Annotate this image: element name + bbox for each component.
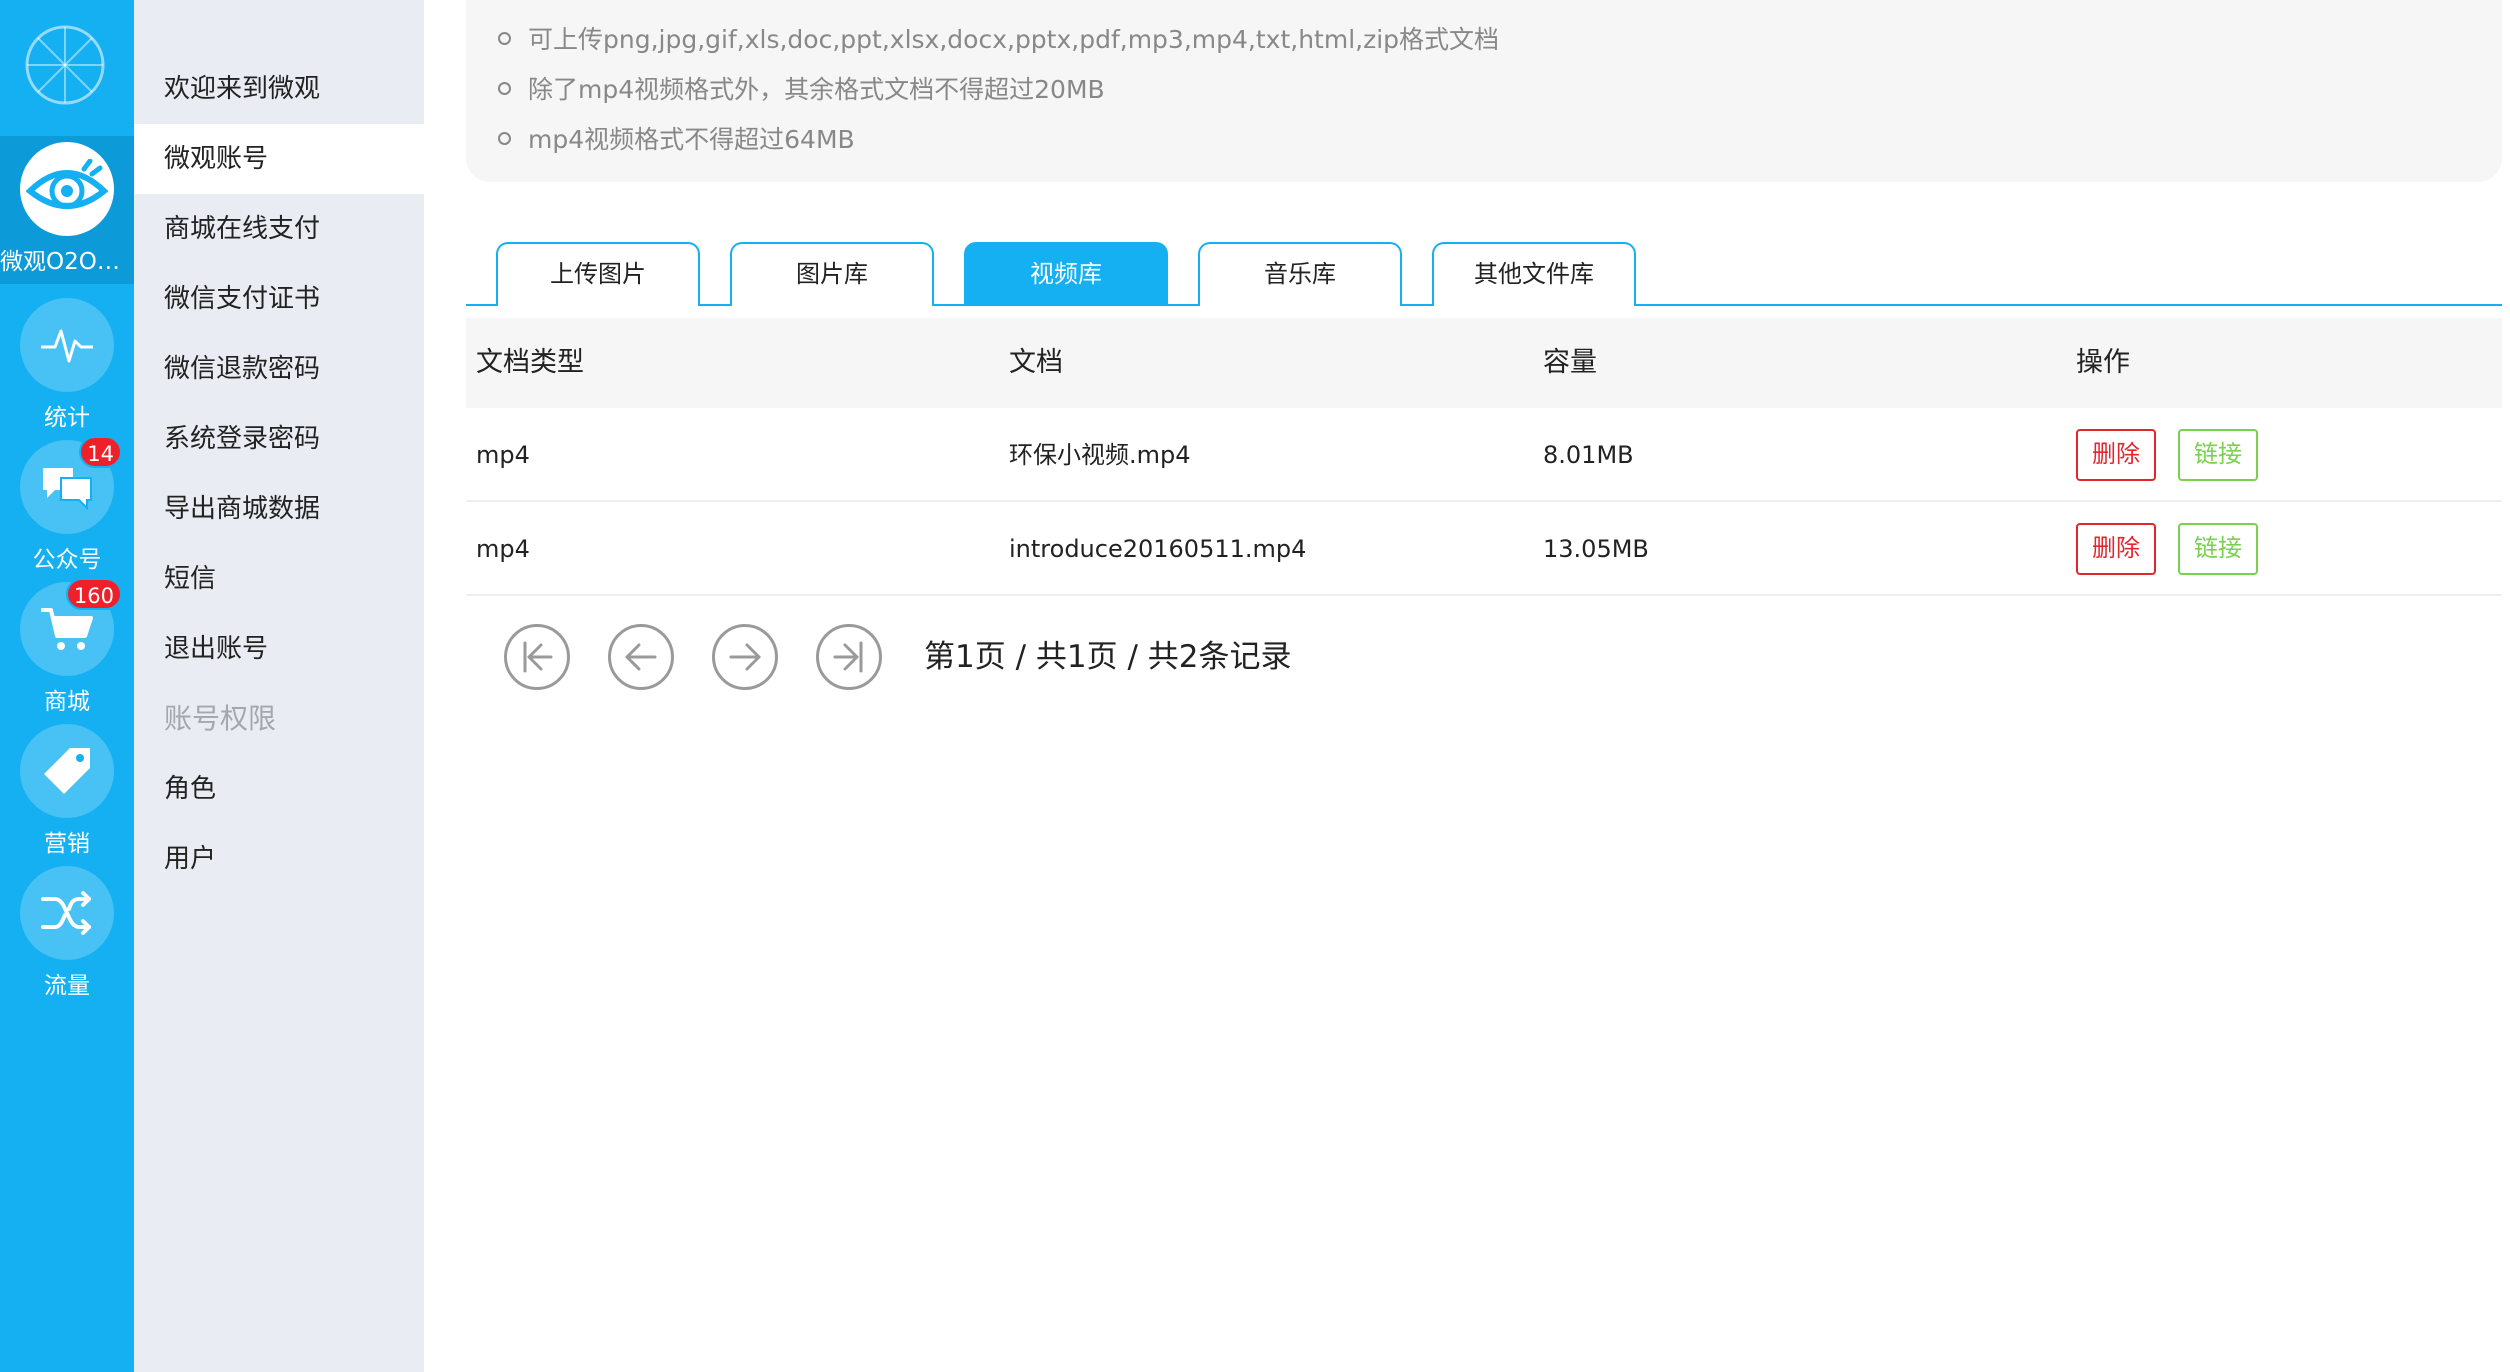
column-header-type: 文档类型 xyxy=(476,347,584,378)
tab-image-library[interactable]: 图片库 xyxy=(730,242,934,306)
last-page-icon xyxy=(833,641,863,673)
rail-item-official-account[interactable]: 14 公众号 xyxy=(0,436,134,574)
app-logo-icon xyxy=(25,25,105,105)
rail-item-stats[interactable]: 统计 xyxy=(0,298,134,432)
first-page-button[interactable] xyxy=(504,624,570,690)
sub-item-export-data[interactable]: 导出商城数据 xyxy=(134,474,424,544)
cell-file-name: 环保小视频.mp4 xyxy=(1009,441,1191,469)
mall-badge: 160 xyxy=(65,578,122,610)
sub-item-sms[interactable]: 短信 xyxy=(134,544,424,614)
tab-upload-image[interactable]: 上传图片 xyxy=(496,242,700,306)
tag-icon xyxy=(20,724,114,818)
sub-item-users[interactable]: 用户 xyxy=(134,824,424,894)
cell-file-name: introduce20160511.mp4 xyxy=(1009,535,1307,563)
upload-rules-notes: 可上传png,jpg,gif,xls,doc,ppt,xlsx,docx,ppt… xyxy=(466,0,2502,182)
cell-size: 13.05MB xyxy=(1543,535,1649,563)
cell-size: 8.01MB xyxy=(1543,441,1634,469)
sub-item-login-password[interactable]: 系统登录密码 xyxy=(134,404,424,474)
first-page-icon xyxy=(523,641,553,673)
table-header: 文档类型 文档 容量 操作 xyxy=(466,318,2502,408)
link-button[interactable]: 链接 xyxy=(2178,523,2258,575)
sub-item-refund-password[interactable]: 微信退款密码 xyxy=(134,334,424,404)
shuffle-icon xyxy=(20,866,114,960)
rail-label-stats: 统计 xyxy=(44,405,90,431)
page-info: 第1页 / 共1页 / 共2条记录 xyxy=(924,639,1292,675)
link-button[interactable]: 链接 xyxy=(2178,429,2258,481)
sub-item-wechat-pay-cert[interactable]: 微信支付证书 xyxy=(134,264,424,334)
column-header-file: 文档 xyxy=(1009,347,1063,378)
cell-type: mp4 xyxy=(476,441,530,469)
sub-menu: 欢迎来到微观 微观账号 商城在线支付 微信支付证书 微信退款密码 系统登录密码 … xyxy=(134,0,424,1372)
sub-item-online-payment[interactable]: 商城在线支付 xyxy=(134,194,424,264)
pulse-icon xyxy=(20,298,114,392)
official-account-badge: 14 xyxy=(79,436,122,468)
sub-item-roles[interactable]: 角色 xyxy=(134,754,424,824)
chat-bubbles-icon: 14 xyxy=(20,436,122,534)
icon-rail: 微观O2O商... 统计 14 公众号 160 商城 营销 流量 xyxy=(0,0,134,1372)
column-header-actions: 操作 xyxy=(2076,347,2130,378)
sub-item-logout[interactable]: 退出账号 xyxy=(134,614,424,684)
sub-item-account[interactable]: 微观账号 xyxy=(134,124,424,194)
rail-label-official-account: 公众号 xyxy=(32,547,102,573)
rail-item-o2o[interactable]: 微观O2O商... xyxy=(0,136,134,284)
shopping-cart-icon: 160 xyxy=(20,578,122,676)
tab-other-files[interactable]: 其他文件库 xyxy=(1432,242,1636,306)
tab-music-library[interactable]: 音乐库 xyxy=(1198,242,1402,306)
arrow-left-icon xyxy=(625,643,657,671)
note-item: mp4视频格式不得超过64MB xyxy=(498,120,855,156)
eye-icon xyxy=(20,142,114,236)
note-item: 可上传png,jpg,gif,xls,doc,ppt,xlsx,docx,ppt… xyxy=(497,20,1499,56)
tab-video-library[interactable]: 视频库 xyxy=(964,242,1168,306)
delete-button[interactable]: 删除 xyxy=(2076,429,2156,481)
rail-label-marketing: 营销 xyxy=(44,831,90,857)
next-page-button[interactable] xyxy=(712,624,778,690)
note-item: 除了mp4视频格式外，其余格式文档不得超过20MB xyxy=(498,70,1105,106)
rail-item-mall[interactable]: 160 商城 xyxy=(0,578,134,716)
rail-label-traffic: 流量 xyxy=(44,973,90,999)
video-file-table: 文档类型 文档 容量 操作 mp4 环保小视频.mp4 8.01MB 删除 链接… xyxy=(466,318,2502,596)
library-tabs: 上传图片 图片库 视频库 音乐库 其他文件库 xyxy=(466,240,2502,306)
delete-button[interactable]: 删除 xyxy=(2076,523,2156,575)
last-page-button[interactable] xyxy=(816,624,882,690)
rail-item-traffic[interactable]: 流量 xyxy=(0,866,134,1000)
table-row: mp4 introduce20160511.mp4 13.05MB 删除 链接 xyxy=(466,502,2502,596)
rail-label-o2o: 微观O2O商... xyxy=(0,249,134,275)
table-row: mp4 环保小视频.mp4 8.01MB 删除 链接 xyxy=(466,408,2502,502)
arrow-right-icon xyxy=(729,643,761,671)
column-header-size: 容量 xyxy=(1543,347,1597,378)
sub-group-permissions: 账号权限 xyxy=(164,702,277,735)
cell-type: mp4 xyxy=(476,535,530,563)
sub-item-welcome[interactable]: 欢迎来到微观 xyxy=(134,54,424,124)
rail-item-marketing[interactable]: 营销 xyxy=(0,724,134,858)
rail-label-mall: 商城 xyxy=(44,689,90,715)
prev-page-button[interactable] xyxy=(608,624,674,690)
